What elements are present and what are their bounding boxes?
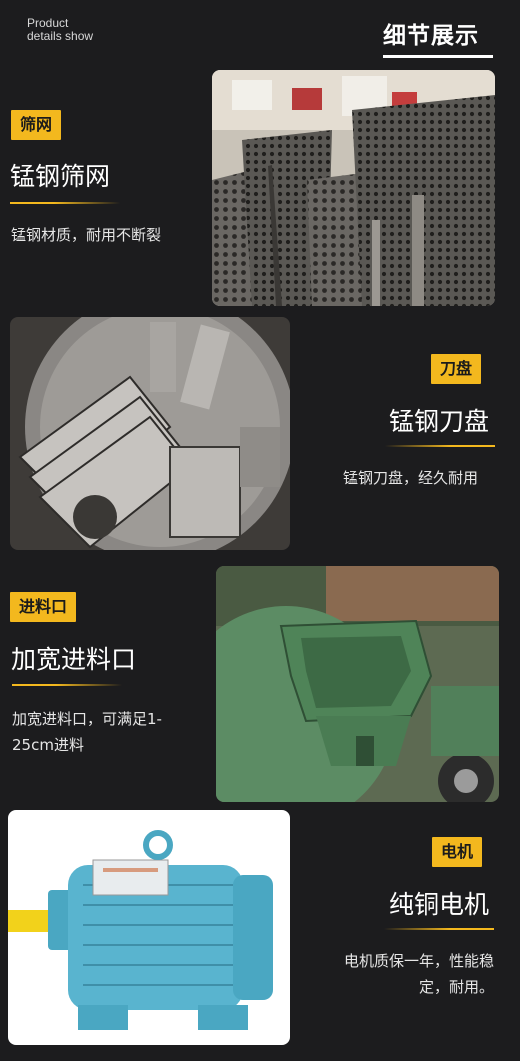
desc-motor-line1: 电机质保一年，性能稳 <box>343 952 494 970</box>
section-screen-mesh: 筛网 锰钢筛网 锰钢材质，耐用不断裂 <box>0 0 520 310</box>
heading-divider <box>384 928 494 930</box>
section-feed-inlet: 进料口 加宽进料口 加宽进料口，可满足1- 25cm进料 <box>0 560 520 810</box>
section-motor: 电机 纯铜电机 电机质保一年，性能稳 定，耐用。 <box>0 810 520 1061</box>
desc-motor-line2: 定，耐用。 <box>418 978 494 996</box>
section-cutter-disk: 刀盘 锰钢刀盘 锰钢刀盘，经久耐用 <box>0 310 520 560</box>
tag-cutter-disk: 刀盘 <box>431 354 482 384</box>
screen-mesh-photo <box>212 70 495 306</box>
desc-feed-inlet: 加宽进料口，可满足1- 25cm进料 <box>12 706 162 758</box>
desc-cutter-disk: 锰钢刀盘，经久耐用 <box>343 469 479 487</box>
desc-feed-inlet-line1: 加宽进料口，可满足1- <box>12 710 162 728</box>
motor-photo <box>8 810 290 1045</box>
tag-screen-mesh: 筛网 <box>11 110 62 140</box>
heading-feed-inlet: 加宽进料口 <box>11 645 137 674</box>
heading-screen-mesh: 锰钢筛网 <box>10 162 111 191</box>
cutter-disk-photo <box>10 317 290 550</box>
tag-feed-inlet: 进料口 <box>10 592 77 622</box>
tag-motor: 电机 <box>432 837 483 867</box>
feed-inlet-photo <box>216 566 499 802</box>
heading-divider <box>10 202 120 204</box>
heading-divider <box>12 684 122 686</box>
desc-feed-inlet-line2: 25cm进料 <box>12 736 84 754</box>
heading-cutter-disk: 锰钢刀盘 <box>389 407 490 436</box>
desc-screen-mesh: 锰钢材质，耐用不断裂 <box>11 226 162 244</box>
heading-divider <box>385 445 495 447</box>
desc-motor: 电机质保一年，性能稳 定，耐用。 <box>324 948 494 1000</box>
heading-motor: 纯铜电机 <box>389 890 490 919</box>
